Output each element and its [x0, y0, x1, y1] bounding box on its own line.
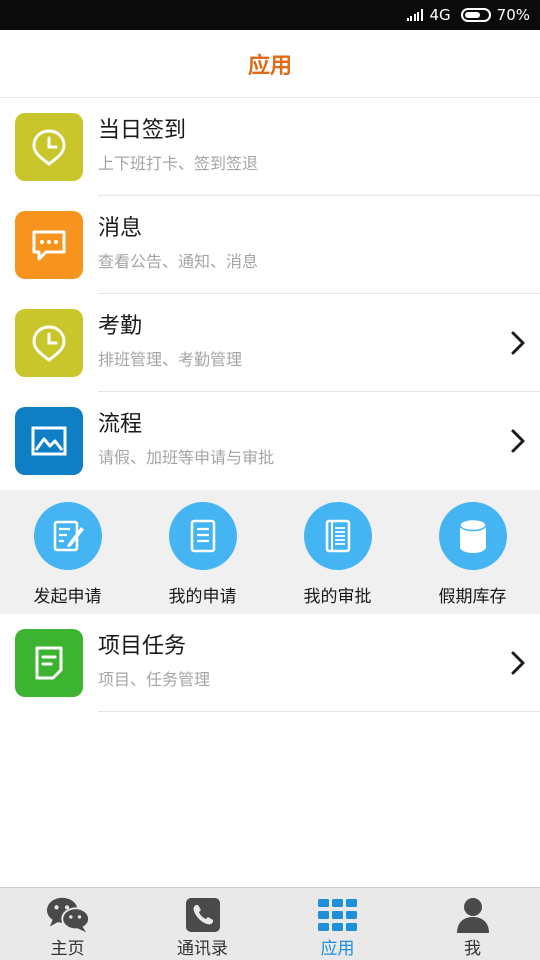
- quick-action-my-requests[interactable]: 我的申请: [135, 490, 270, 614]
- clock-pin-icon: [15, 309, 83, 377]
- list-item-subtitle: 项目、任务管理: [98, 670, 211, 689]
- task-note-icon: [15, 629, 83, 697]
- page-title: 应用: [247, 53, 292, 79]
- grid-icon: [316, 896, 360, 934]
- quick-action-my-approvals[interactable]: 我的审批: [270, 490, 405, 614]
- quick-action-label: 我的申请: [168, 587, 237, 607]
- picture-icon: [15, 407, 83, 475]
- tab-label: 我: [464, 939, 481, 959]
- person-icon: [451, 896, 495, 934]
- status-indicators: 4G 70%: [406, 0, 530, 30]
- list-item-title: 考勤: [98, 314, 143, 339]
- list-item-workflow[interactable]: 流程 请假、加班等申请与审批: [0, 392, 540, 490]
- tab-me[interactable]: 我: [405, 888, 540, 960]
- database-icon: [439, 502, 507, 570]
- message-icon: [15, 211, 83, 279]
- document-icon: [169, 502, 237, 570]
- chat-icon: [46, 896, 90, 934]
- quick-actions: 发起申请 我的申请 我的审批 假期库存: [0, 490, 540, 614]
- quick-action-label: 我的审批: [303, 587, 372, 607]
- list-item-subtitle: 上下班打卡、签到签退: [98, 154, 259, 173]
- tab-label: 通讯录: [177, 939, 228, 959]
- status-bar: 4G 70%: [0, 0, 540, 30]
- list-item-messages[interactable]: 消息 查看公告、通知、消息: [0, 196, 540, 294]
- tab-label: 应用: [320, 939, 355, 959]
- battery-icon: [460, 8, 491, 22]
- list-item-title: 当日签到: [98, 118, 187, 143]
- phone-icon: [181, 896, 225, 934]
- tab-label: 主页: [50, 939, 85, 959]
- list-item-daily-checkin[interactable]: 当日签到 上下班打卡、签到签退: [0, 98, 540, 196]
- quick-action-new-request[interactable]: 发起申请: [0, 490, 135, 614]
- list-item-subtitle: 排班管理、考勤管理: [98, 350, 243, 369]
- list-item-project-tasks[interactable]: 项目任务 项目、任务管理: [0, 614, 540, 712]
- network-type: 4G: [429, 6, 451, 24]
- list-item-subtitle: 请假、加班等申请与审批: [98, 448, 275, 467]
- tab-contacts[interactable]: 通讯录: [135, 888, 270, 960]
- chevron-right-icon: [511, 651, 525, 675]
- clock-pin-icon: [15, 113, 83, 181]
- quick-action-leave-balance[interactable]: 假期库存: [405, 490, 540, 614]
- tab-home[interactable]: 主页: [0, 888, 135, 960]
- list-item-attendance[interactable]: 考勤 排班管理、考勤管理: [0, 294, 540, 392]
- chevron-right-icon: [511, 429, 525, 453]
- app-header: 应用: [0, 30, 540, 98]
- edit-form-icon: [34, 502, 102, 570]
- bottom-tab-bar: 主页 通讯录 应用 我: [0, 887, 540, 960]
- list-item-subtitle: 查看公告、通知、消息: [98, 252, 259, 271]
- quick-action-label: 假期库存: [438, 587, 507, 607]
- battery-percent: 70%: [496, 6, 530, 24]
- divider: [98, 711, 540, 712]
- signal-icon: [406, 9, 425, 21]
- chevron-right-icon: [511, 331, 525, 355]
- list-item-title: 消息: [98, 216, 143, 241]
- list-item-title: 项目任务: [98, 634, 187, 659]
- tab-apps[interactable]: 应用: [270, 888, 405, 960]
- quick-action-label: 发起申请: [33, 587, 102, 607]
- notebook-icon: [304, 502, 372, 570]
- list-item-title: 流程: [98, 412, 143, 437]
